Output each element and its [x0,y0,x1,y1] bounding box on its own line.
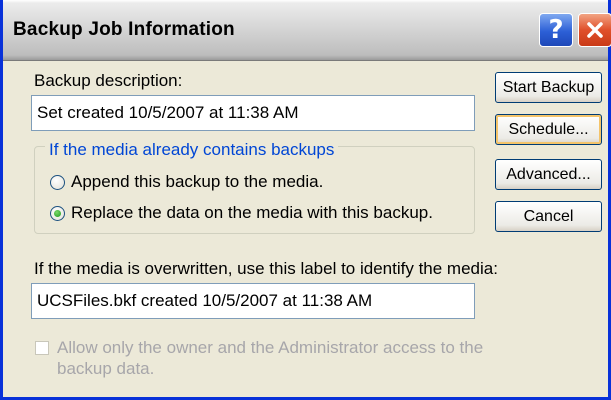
group-title: If the media already contains backups [45,140,339,160]
help-button[interactable]: ? [539,13,573,47]
restrict-access-checkbox[interactable] [35,341,49,355]
radio-replace-label: Replace the data on the media with this … [71,203,433,222]
backup-description-label: Backup description: [34,71,183,90]
cancel-button[interactable]: Cancel [495,201,602,232]
close-button[interactable] [578,13,611,47]
radio-replace-option[interactable]: Replace the data on the media with this … [50,203,433,223]
radio-replace[interactable] [50,205,65,221]
radio-append-label: Append this backup to the media. [71,172,324,191]
restrict-access-option[interactable]: Allow only the owner and the Administrat… [35,337,487,379]
backup-description-input[interactable]: Set created 10/5/2007 at 11:38 AM [31,95,475,131]
close-icon [587,22,603,38]
start-backup-button[interactable]: Start Backup [495,72,602,103]
media-label-caption: If the media is overwritten, use this la… [34,259,498,278]
help-icon: ? [548,15,564,45]
radio-append-option[interactable]: Append this backup to the media. [50,172,323,192]
title-bar[interactable]: Backup Job Information ? [3,0,611,61]
radio-append[interactable] [50,174,65,190]
backup-job-dialog: Backup Job Information ? Backup descript… [0,0,611,400]
advanced-button[interactable]: Advanced... [495,159,602,190]
restrict-access-label: Allow only the owner and the Administrat… [57,338,484,378]
schedule-button[interactable]: Schedule... [495,114,602,145]
media-label-input[interactable]: UCSFiles.bkf created 10/5/2007 at 11:38 … [31,283,475,319]
window-title: Backup Job Information [13,19,235,40]
